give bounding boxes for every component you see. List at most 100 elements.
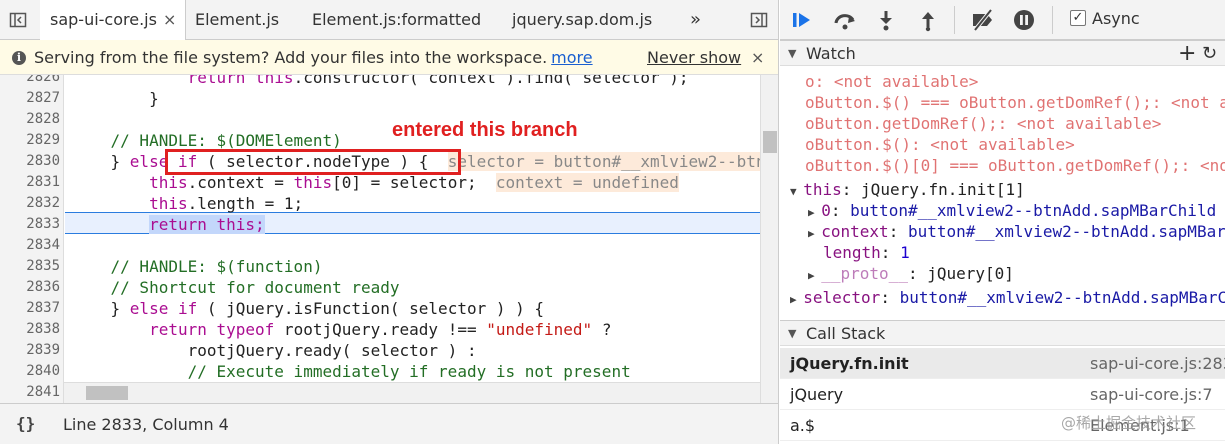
line-number-gutter[interactable]: 2826 2827 2828 2829 2830 2831 2832 2833 2834 2835… [0,75,64,403]
property-value: button#__xmlview2--btnAdd.sapMBarChild [850,201,1217,220]
line-number[interactable]: 2839 [0,340,60,361]
horizontal-scrollbar[interactable] [64,382,760,403]
watch-child-node[interactable]: length: 1 [823,242,910,263]
watch-section-header[interactable]: ▼ Watch + ↻ [780,40,1225,66]
line-number[interactable]: 2835 [0,256,60,277]
never-show-link[interactable]: Never show [647,40,741,75]
editor-tab-bar: sap-ui-core.js × Element.js Element.js:fo… [0,0,778,40]
caret-down-icon[interactable]: ▼ [790,185,803,198]
code-token: } [72,152,130,171]
toggle-debugger-button[interactable] [747,8,771,32]
scroll-thumb[interactable] [763,131,777,153]
code-line: return this; [72,214,265,235]
code-editor[interactable]: 2826 2827 2828 2829 2830 2831 2832 2833 2834 2835… [0,75,760,403]
step-into-button[interactable] [874,8,898,32]
line-number[interactable]: 2834 [0,235,60,256]
property-key: context [821,222,889,241]
line-number[interactable]: 2827 [0,88,60,109]
tab-label: Element.js [195,10,280,29]
tab-label: sap-ui-core.js [50,10,157,29]
code-token: rootjQuery.ready( selector ) : [72,341,477,360]
deactivate-breakpoints-button[interactable] [970,8,994,32]
property-key: selector [803,288,881,307]
caret-right-icon[interactable]: ▶ [808,269,821,282]
watch-child-node[interactable]: ▶ 0: button#__xmlview2--btnAdd.sapMBarCh… [808,200,1216,221]
callstack-frame[interactable]: jQuery.fn.init sap-ui-core.js:2833 [780,348,1225,379]
toggle-navigator-button[interactable] [6,8,30,32]
code-token: this [149,194,188,213]
line-number[interactable]: 2837 [0,298,60,319]
code-line: // HANDLE: $(function) [72,256,323,277]
code-token: ? [592,320,612,339]
refresh-icon[interactable]: ↻ [1202,41,1217,67]
watch-expression[interactable]: oButton.$()[0] === oButton.getDomRef();:… [805,155,1225,176]
section-title: Call Stack [806,324,886,343]
separator: : [880,243,901,262]
workspace-infobar: i Serving from the file system? Add your… [0,40,778,75]
close-icon[interactable]: × [751,40,764,75]
line-number[interactable]: 2831 [0,172,60,193]
vertical-scrollbar[interactable] [760,75,778,403]
code-token: ( jQuery.isFunction( selector ) ) { [197,299,545,318]
async-label: Async [1092,9,1140,28]
line-number[interactable]: 2840 [0,361,60,382]
pause-on-exceptions-button[interactable] [1012,8,1036,32]
code-line: return typeof rootjQuery.ready !== "unde… [72,319,611,340]
tab-element-js[interactable]: Element.js [195,0,279,40]
caret-right-icon[interactable]: ▶ [808,206,821,219]
code-token: } [72,299,130,318]
watch-expression[interactable]: o: <not available> [805,71,978,92]
line-number[interactable]: 2832 [0,193,60,214]
step-out-icon [922,12,934,32]
more-link[interactable]: more [551,48,592,67]
close-icon[interactable]: × [163,10,176,29]
more-tabs-button[interactable]: » [690,0,701,40]
line-number[interactable]: 2836 [0,277,60,298]
panel-right-icon [750,12,768,28]
step-out-button[interactable] [916,8,940,32]
resume-button[interactable] [790,8,814,32]
tab-jquery-sap-dom[interactable]: jquery.sap.dom.js [512,0,652,40]
annotation-label: entered this branch [392,119,578,141]
callstack-section-header[interactable]: ▼ Call Stack [780,320,1225,346]
pretty-print-button[interactable]: {} [16,414,35,433]
caret-right-icon[interactable]: ▶ [790,293,803,306]
line-number[interactable]: 2830 [0,151,60,172]
resume-icon [793,13,810,27]
property-key: this [803,180,842,199]
panel-left-icon [9,12,27,28]
watch-selector-node[interactable]: ▶ selector: button#__xmlview2--btnAdd.sa… [790,287,1225,308]
line-number[interactable]: 2841 [0,382,60,403]
line-number[interactable]: 2828 [0,109,60,130]
watch-expression[interactable]: oButton.$() === oButton.getDomRef();: <n… [805,92,1225,113]
watch-expression[interactable]: oButton.getDomRef();: <not available> [805,113,1161,134]
frame-location[interactable]: sap-ui-core.js:7 [1090,379,1213,410]
code-line: rootjQuery.ready( selector ) : [72,340,477,361]
frame-location[interactable]: sap-ui-core.js:2833 [1090,348,1225,379]
watch-expression[interactable]: oButton.$(): <not available> [805,134,1075,155]
callstack-frame[interactable]: jQuery sap-ui-core.js:7 [780,379,1225,410]
separator: : [841,180,862,199]
line-number[interactable]: 2838 [0,319,60,340]
watch-child-node[interactable]: ▶ __proto__: jQuery[0] [808,263,1014,284]
section-title: Watch [806,44,856,63]
step-over-button[interactable] [832,8,856,32]
watch-child-node[interactable]: ▶ context: button#__xmlview2--btnAdd.sap… [808,221,1225,242]
watch-this-node[interactable]: ▼ this: jQuery.fn.init[1] [790,179,1025,200]
line-number[interactable]: 2826 [0,75,60,88]
tab-element-formatted[interactable]: Element.js:formatted [312,0,481,40]
caret-right-icon[interactable]: ▶ [808,227,821,240]
async-checkbox[interactable]: ✓ [1070,10,1086,26]
tab-label: jquery.sap.dom.js [512,10,653,29]
highlight-box [165,149,461,175]
tab-sap-ui-core[interactable]: sap-ui-core.js × [40,0,186,40]
line-number[interactable]: 2833 [0,214,60,235]
code-line: this.length = 1; [72,193,303,214]
add-icon[interactable]: + [1178,41,1196,67]
infobar-message: Serving from the file system? Add your f… [34,40,593,75]
line-number[interactable]: 2829 [0,130,60,151]
debugger-toolbar: ✓ Async [780,0,1225,40]
scroll-thumb[interactable] [86,386,128,400]
